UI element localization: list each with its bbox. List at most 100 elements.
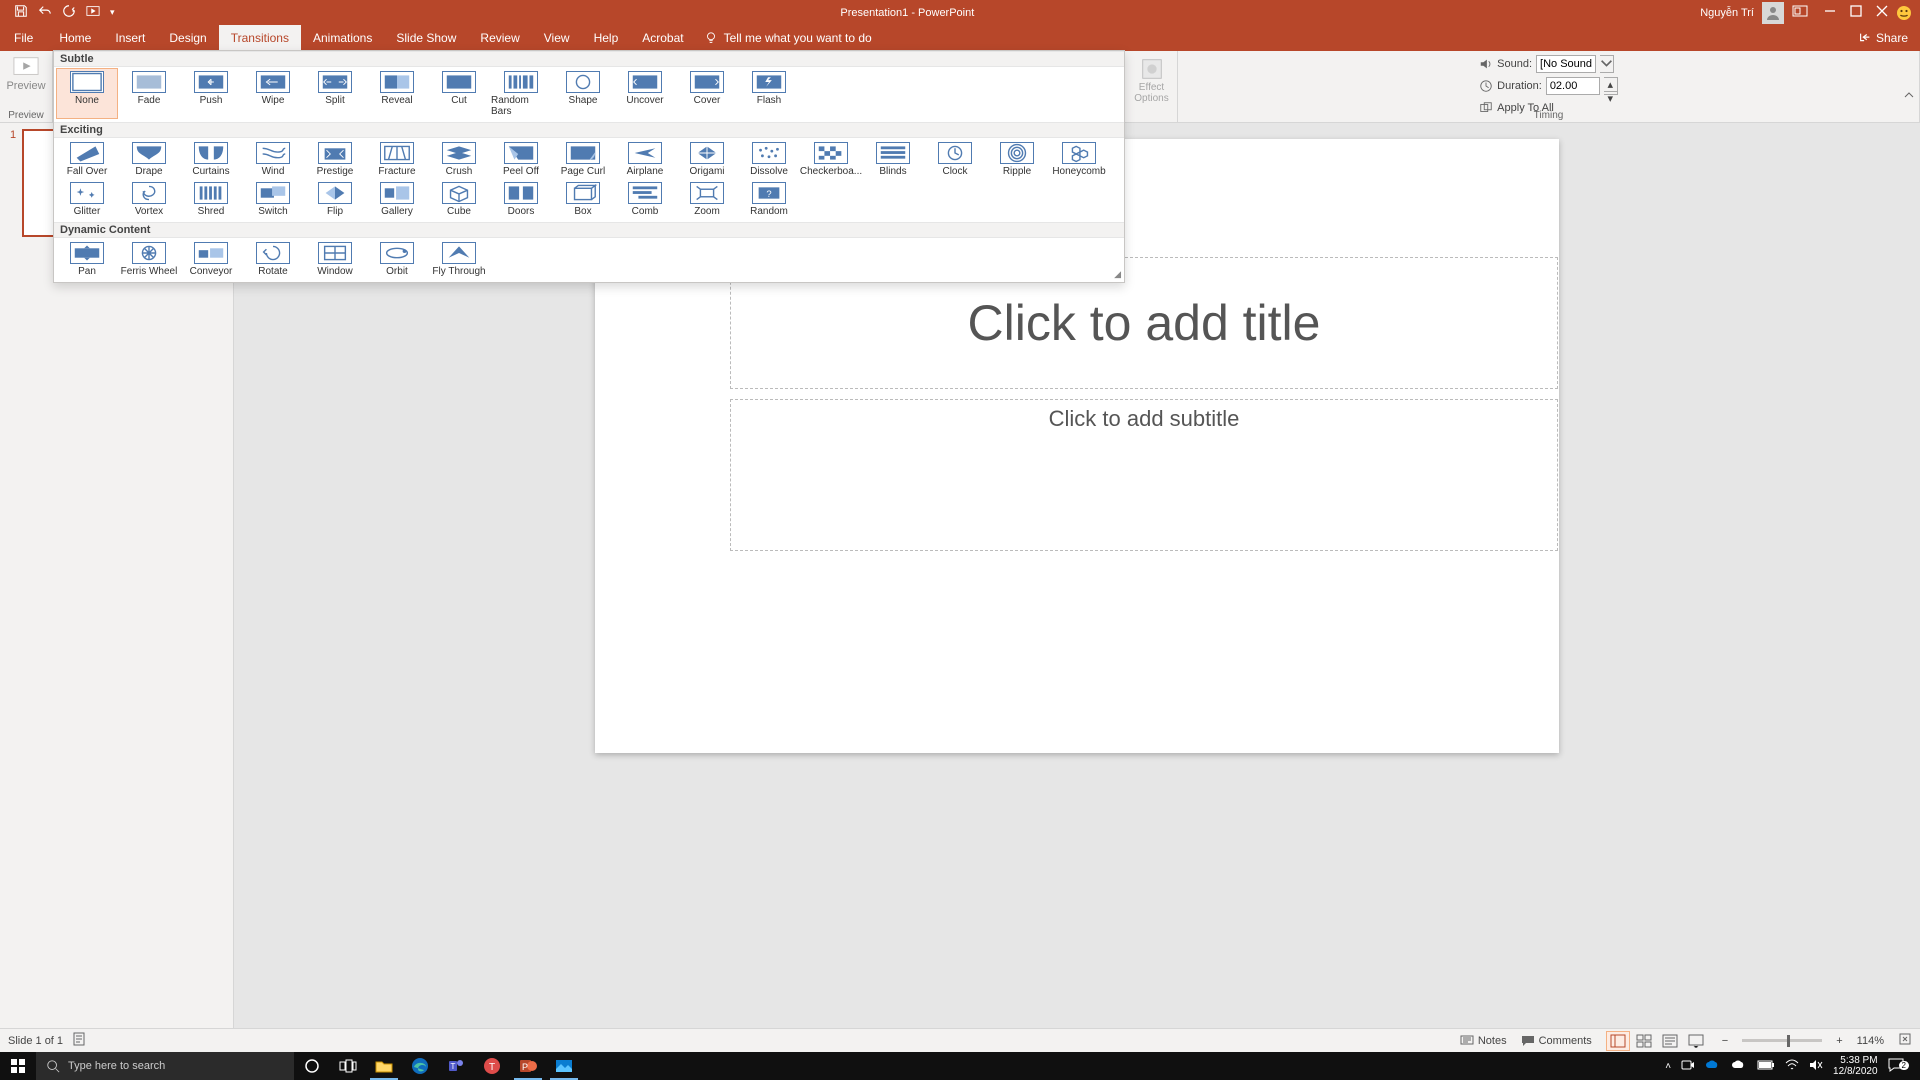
transition-cover[interactable]: Cover — [676, 68, 738, 119]
tab-slideshow[interactable]: Slide Show — [384, 25, 468, 51]
tab-review[interactable]: Review — [468, 25, 531, 51]
transition-crush[interactable]: Crush — [428, 139, 490, 179]
transition-random[interactable]: ?Random — [738, 179, 800, 219]
tab-design[interactable]: Design — [157, 25, 218, 51]
transition-gallery[interactable]: Gallery — [366, 179, 428, 219]
transition-comb[interactable]: Comb — [614, 179, 676, 219]
transition-drape[interactable]: Drape — [118, 139, 180, 179]
transition-split[interactable]: Split — [304, 68, 366, 119]
feedback-icon[interactable] — [1896, 5, 1912, 21]
fit-to-window-button[interactable] — [1898, 1032, 1912, 1049]
transition-switch[interactable]: Switch — [242, 179, 304, 219]
onedrive2-icon[interactable] — [1731, 1060, 1747, 1073]
duration-input[interactable] — [1546, 77, 1600, 95]
transition-uncover[interactable]: Uncover — [614, 68, 676, 119]
transition-fracture[interactable]: Fracture — [366, 139, 428, 179]
notes-button[interactable]: Notes — [1460, 1035, 1507, 1047]
transition-conveyor[interactable]: Conveyor — [180, 239, 242, 279]
transition-curtains[interactable]: Curtains — [180, 139, 242, 179]
transition-page-curl[interactable]: Page Curl — [552, 139, 614, 179]
wifi-icon[interactable] — [1785, 1059, 1799, 1074]
transition-flash[interactable]: Flash — [738, 68, 800, 119]
transition-honeycomb[interactable]: Honeycomb — [1048, 139, 1110, 179]
cortana-icon[interactable] — [294, 1052, 330, 1080]
transition-random-bars[interactable]: Random Bars — [490, 68, 552, 119]
volume-icon[interactable] — [1809, 1059, 1823, 1074]
spellcheck-icon[interactable] — [73, 1032, 89, 1049]
todoist-icon[interactable]: T — [474, 1052, 510, 1080]
transition-reveal[interactable]: Reveal — [366, 68, 428, 119]
tab-animations[interactable]: Animations — [301, 25, 384, 51]
transition-ripple[interactable]: Ripple — [986, 139, 1048, 179]
zoom-percentage[interactable]: 114% — [1857, 1035, 1884, 1047]
zoom-in-button[interactable]: + — [1836, 1035, 1842, 1047]
tab-view[interactable]: View — [532, 25, 582, 51]
transition-airplane[interactable]: Airplane — [614, 139, 676, 179]
sound-select[interactable] — [1536, 55, 1596, 73]
transition-peel-off[interactable]: Peel Off — [490, 139, 552, 179]
sound-dropdown[interactable] — [1600, 55, 1614, 73]
minimize-button[interactable] — [1824, 5, 1836, 20]
preview-button[interactable]: Preview — [2, 54, 49, 94]
edge-icon[interactable] — [402, 1052, 438, 1080]
taskbar-search[interactable]: Type here to search — [36, 1052, 294, 1080]
transition-box[interactable]: Box — [552, 179, 614, 219]
transition-doors[interactable]: Doors — [490, 179, 552, 219]
task-view-icon[interactable] — [330, 1052, 366, 1080]
transition-flip[interactable]: Flip — [304, 179, 366, 219]
transition-rotate[interactable]: Rotate — [242, 239, 304, 279]
tab-home[interactable]: Home — [47, 25, 103, 51]
file-explorer-icon[interactable] — [366, 1052, 402, 1080]
battery-icon[interactable] — [1757, 1060, 1775, 1073]
subtitle-placeholder[interactable]: Click to add subtitle — [730, 399, 1558, 551]
powerpoint-taskbar-icon[interactable]: P — [510, 1052, 546, 1080]
transition-pan[interactable]: Pan — [56, 239, 118, 279]
action-center-icon[interactable]: 2 — [1888, 1058, 1914, 1075]
photos-icon[interactable] — [546, 1052, 582, 1080]
transition-checkerboa-[interactable]: Checkerboa... — [800, 139, 862, 179]
transition-wipe[interactable]: Wipe — [242, 68, 304, 119]
transition-window[interactable]: Window — [304, 239, 366, 279]
tab-help[interactable]: Help — [582, 25, 631, 51]
transition-clock[interactable]: Clock — [924, 139, 986, 179]
transition-dissolve[interactable]: Dissolve — [738, 139, 800, 179]
transition-origami[interactable]: Origami — [676, 139, 738, 179]
start-from-beginning-icon[interactable] — [86, 4, 100, 21]
transition-push[interactable]: Push — [180, 68, 242, 119]
transition-glitter[interactable]: Glitter — [56, 179, 118, 219]
user-avatar[interactable] — [1762, 2, 1784, 24]
normal-view-button[interactable] — [1606, 1031, 1630, 1051]
comments-button[interactable]: Comments — [1521, 1035, 1592, 1047]
redo-icon[interactable] — [62, 4, 76, 21]
tab-transitions[interactable]: Transitions — [219, 25, 301, 51]
meet-now-icon[interactable] — [1681, 1059, 1695, 1074]
display-mode-icon[interactable] — [1792, 5, 1808, 20]
transition-prestige[interactable]: Prestige — [304, 139, 366, 179]
undo-icon[interactable] — [38, 4, 52, 21]
close-button[interactable] — [1876, 5, 1888, 20]
tab-acrobat[interactable]: Acrobat — [630, 25, 695, 51]
transition-fly-through[interactable]: Fly Through — [428, 239, 490, 279]
tray-clock[interactable]: 5:38 PM 12/8/2020 — [1833, 1055, 1878, 1077]
tray-expand-icon[interactable]: ˄ — [1665, 1061, 1671, 1072]
transition-vortex[interactable]: Vortex — [118, 179, 180, 219]
slide-sorter-button[interactable] — [1632, 1031, 1656, 1051]
save-icon[interactable] — [14, 4, 28, 21]
zoom-slider[interactable] — [1742, 1039, 1822, 1042]
transition-shape[interactable]: Shape — [552, 68, 614, 119]
transition-zoom[interactable]: Zoom — [676, 179, 738, 219]
transition-cut[interactable]: Cut — [428, 68, 490, 119]
transition-wind[interactable]: Wind — [242, 139, 304, 179]
share-button[interactable]: Share — [1858, 31, 1908, 45]
onedrive-icon[interactable] — [1705, 1060, 1721, 1073]
transition-shred[interactable]: Shred — [180, 179, 242, 219]
transition-blinds[interactable]: Blinds — [862, 139, 924, 179]
duration-spinner[interactable]: ▴▾ — [1604, 77, 1618, 95]
transition-fall-over[interactable]: Fall Over — [56, 139, 118, 179]
start-button[interactable] — [0, 1052, 36, 1080]
collapse-ribbon-button[interactable] — [1903, 88, 1915, 106]
zoom-out-button[interactable]: − — [1722, 1035, 1728, 1047]
tab-file[interactable]: File — [0, 25, 47, 51]
gallery-resize-handle[interactable]: ◢ — [1114, 269, 1121, 280]
tell-me-search[interactable]: Tell me what you want to do — [704, 31, 872, 45]
